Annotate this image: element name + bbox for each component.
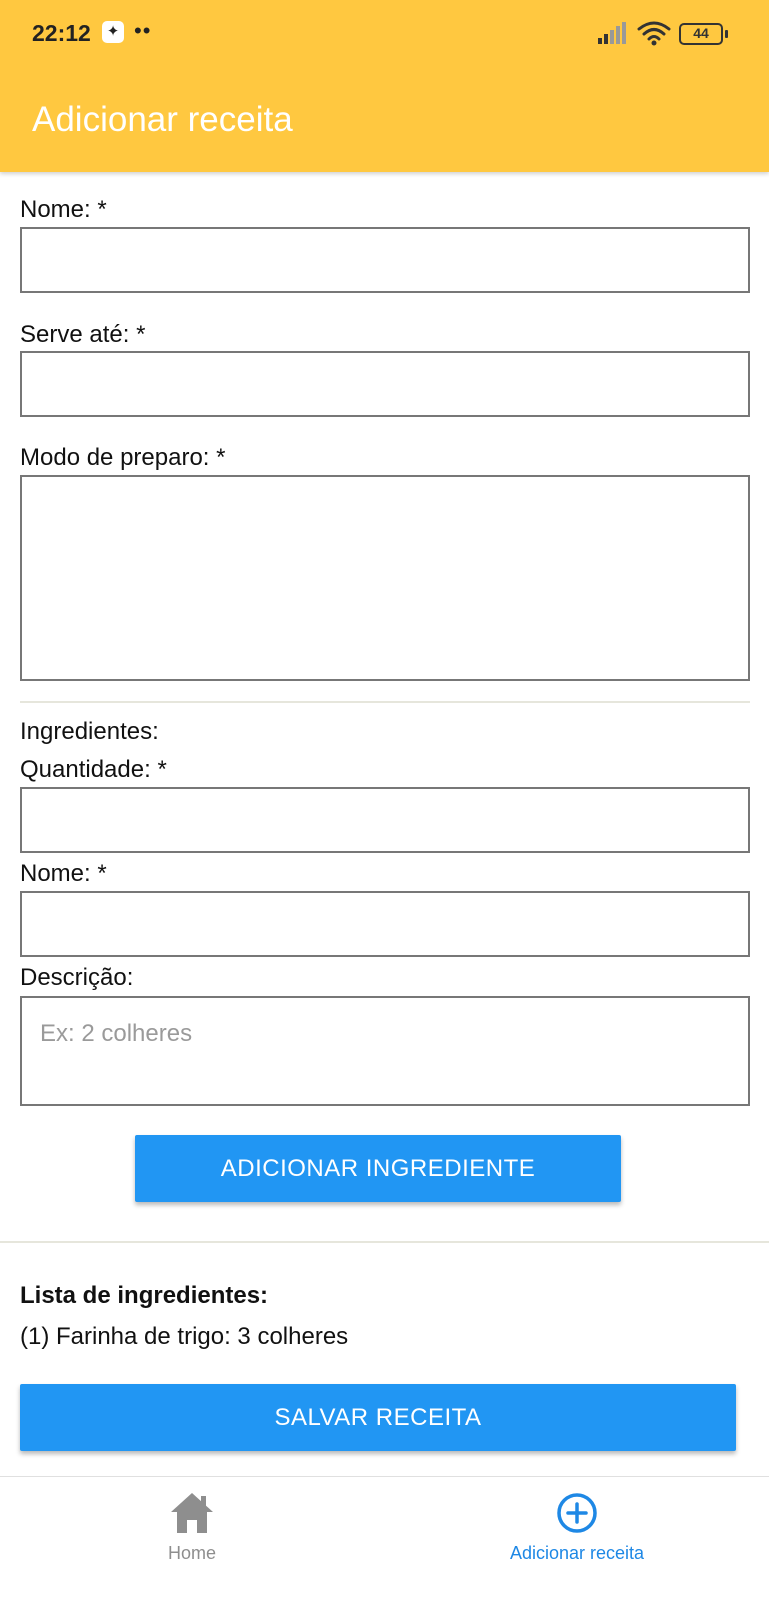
serves-input[interactable] bbox=[20, 351, 750, 417]
tab-home[interactable]: Home bbox=[0, 1477, 384, 1600]
save-recipe-button[interactable]: SALVAR RECEITA bbox=[20, 1384, 736, 1451]
page-title: Adicionar receita bbox=[32, 100, 293, 139]
status-dots: •• bbox=[134, 18, 152, 43]
home-icon bbox=[171, 1493, 213, 1533]
quantity-input[interactable] bbox=[20, 787, 750, 853]
add-circle-icon bbox=[557, 1493, 597, 1533]
list-divider bbox=[0, 1241, 769, 1243]
signal-icon bbox=[598, 22, 626, 44]
description-label: Descrição: bbox=[20, 964, 134, 991]
recipe-name-label: Nome: * bbox=[20, 196, 107, 223]
ingredient-name-input[interactable] bbox=[20, 891, 750, 957]
bottom-tab-bar: Home Adicionar receita bbox=[0, 1476, 769, 1600]
recipe-name-input[interactable] bbox=[20, 227, 750, 293]
serves-label: Serve até: * bbox=[20, 321, 146, 348]
ingredient-name-label: Nome: * bbox=[20, 860, 107, 887]
app-bar: 22:12 ✦ •• 44 Adicionar receita bbox=[0, 0, 769, 172]
status-time: 22:12 bbox=[32, 20, 91, 46]
ingredients-section-label: Ingredientes: bbox=[20, 718, 159, 745]
list-item: (1) Farinha de trigo: 3 colheres bbox=[20, 1323, 349, 1350]
battery-icon: 44 bbox=[679, 23, 728, 45]
section-divider bbox=[20, 701, 750, 703]
description-textarea[interactable] bbox=[20, 996, 750, 1106]
wifi-icon bbox=[637, 21, 671, 46]
quantity-label: Quantidade: * bbox=[20, 756, 167, 783]
tab-add-recipe-label: Adicionar receita bbox=[509, 1543, 645, 1563]
method-textarea[interactable] bbox=[20, 475, 750, 681]
add-ingredient-button[interactable]: ADICIONAR INGREDIENTE bbox=[135, 1135, 621, 1202]
ingredient-list-title: Lista de ingredientes: bbox=[20, 1282, 269, 1309]
tab-add-recipe[interactable]: Adicionar receita bbox=[385, 1477, 769, 1600]
app-notification-icon: ✦ bbox=[102, 21, 124, 43]
status-bar: 22:12 ✦ •• 44 bbox=[0, 0, 769, 70]
tab-home-label: Home bbox=[167, 1543, 216, 1563]
method-label: Modo de preparo: * bbox=[20, 444, 226, 471]
